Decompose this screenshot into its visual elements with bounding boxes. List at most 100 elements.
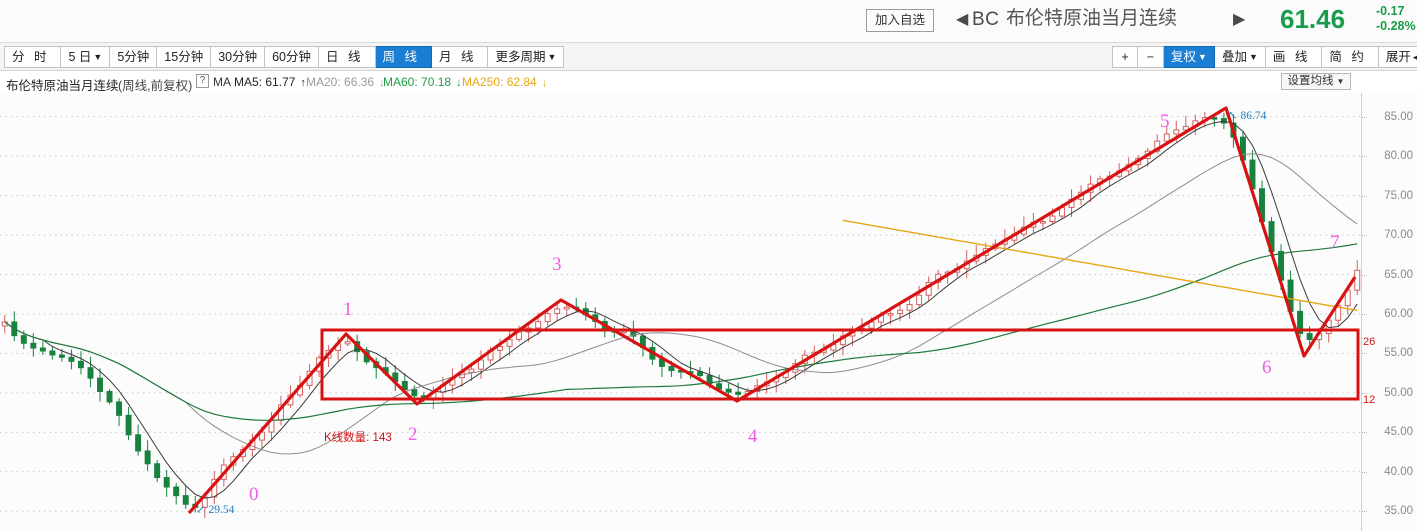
chart-symbol-title: 布伦特原油当月连续 — [6, 79, 119, 93]
candle-body — [1163, 133, 1170, 142]
tool-button-label: 复权 — [1171, 50, 1197, 64]
candle-body — [478, 359, 484, 370]
ma20-line — [4, 153, 1358, 455]
price-axis-tick: 60.00 — [1384, 307, 1413, 320]
ma20-name: MA20: — [306, 75, 345, 89]
chevron-down-icon: ▼ — [1248, 52, 1258, 62]
symbol-name: 布伦特原油当月连续 — [1006, 8, 1178, 29]
ma5-number: 61.77 — [265, 75, 296, 89]
period-button-6[interactable]: 日 线 — [319, 46, 376, 68]
candle-body — [1173, 129, 1180, 135]
chart-area[interactable]: 85.00 80.00 75.00 70.00 65.00 60.00 55.00 50.00… — [0, 93, 1417, 531]
tool-button-4[interactable]: 画 线 — [1265, 46, 1323, 68]
add-to-favorites-button[interactable]: 加入自选 — [866, 9, 934, 32]
candlestick — [135, 424, 142, 456]
candle-body — [182, 495, 189, 505]
ma20-value: MA20: 66.36 ↓ — [306, 75, 385, 89]
candle-body — [173, 486, 180, 497]
period-button-0[interactable]: 分 时 — [4, 46, 62, 68]
candlestick — [182, 485, 189, 510]
period-button-4[interactable]: 30分钟 — [211, 46, 266, 68]
candle-body — [49, 350, 56, 356]
price-axis: 85.00 80.00 75.00 70.00 65.00 60.00 55.00 50.00… — [1362, 93, 1417, 531]
candle-body — [135, 434, 142, 452]
candlestick — [77, 351, 84, 375]
candle-body — [725, 388, 732, 393]
axis-tick-dash — [1362, 432, 1367, 434]
axis-tick-dash — [1362, 313, 1367, 315]
candle-body — [163, 477, 170, 488]
period-button-label: 5分钟 — [117, 50, 150, 64]
ma20-number: 66.36 — [344, 75, 375, 89]
candlestick — [839, 329, 846, 356]
candlestick — [125, 406, 132, 441]
candle-body — [897, 309, 904, 315]
ma60-line — [4, 243, 1358, 421]
axis-tick-dash — [1362, 511, 1367, 513]
axis-tick-dash — [1362, 471, 1367, 473]
candle-body — [735, 391, 742, 395]
period-button-label: 周 线 — [382, 50, 420, 64]
tool-button-label: 画 线 — [1272, 50, 1311, 64]
tool-button-3[interactable]: 叠加 ▼ — [1214, 46, 1266, 68]
candle-body — [887, 313, 894, 316]
candlestick — [154, 459, 161, 483]
candle-body — [1306, 333, 1313, 340]
candle-body — [125, 414, 132, 436]
price-axis-tick: 85.00 — [1384, 110, 1413, 123]
chart-tools-group: +−复权▼叠加▼画 线简 约展开◀◀⛶ — [1112, 46, 1417, 68]
ma250-name: MA250: — [462, 75, 507, 89]
price-change-percent: -0.28% — [1376, 19, 1416, 33]
axis-tick-dash — [1362, 116, 1367, 118]
candle-body — [106, 390, 113, 403]
candle-body — [906, 304, 913, 311]
tool-button-label: + — [1121, 50, 1129, 64]
wave-count-line — [187, 106, 1357, 515]
axis-tick-dash — [1362, 353, 1367, 355]
axis-tick-dash — [1362, 235, 1367, 237]
candlestick-plot[interactable] — [0, 93, 1362, 531]
tool-button-0[interactable]: + — [1112, 46, 1138, 68]
tool-button-1[interactable]: − — [1138, 46, 1164, 68]
ma5-value: MA5: 61.77 ↑ — [234, 75, 306, 89]
app-header: 加入自选 ◀ BC 布伦特原油当月连续 ▶ 61.46 -0.17 -0.28% — [0, 0, 1417, 43]
candle-body — [77, 360, 84, 369]
period-button-5[interactable]: 60分钟 — [265, 46, 320, 68]
period-button-2[interactable]: 5分钟 — [110, 46, 158, 68]
candlestick — [68, 349, 75, 370]
period-button-7[interactable]: 周 线 — [375, 46, 432, 68]
candle-body — [58, 354, 65, 358]
tool-button-label: 展开 — [1385, 50, 1411, 64]
tool-button-2[interactable]: 复权 ▼ — [1164, 46, 1215, 68]
chevron-down-icon: ▼ — [547, 52, 557, 62]
period-button-8[interactable]: 月 线 — [431, 46, 489, 68]
ma250-number: 62.84 — [506, 75, 537, 89]
previous-symbol-arrow-icon[interactable]: ◀ — [956, 8, 968, 32]
set-moving-average-button[interactable]: 设置均线 ▼ — [1281, 73, 1351, 90]
next-symbol-arrow-icon[interactable]: ▶ — [1233, 8, 1245, 32]
axis-tick-dash — [1362, 195, 1367, 197]
chevron-down-icon: ▼ — [1336, 77, 1345, 86]
candle-body — [1039, 221, 1046, 224]
candle-body — [68, 356, 75, 362]
candlestick — [563, 304, 570, 316]
tool-button-6[interactable]: 展开◀◀ — [1378, 46, 1417, 68]
candle-body — [563, 306, 570, 310]
price-axis-tick: 35.00 — [1384, 505, 1413, 518]
tool-button-label: 叠加 — [1221, 50, 1247, 64]
candlestick — [11, 311, 18, 342]
period-button-1[interactable]: 5 日 ▼ — [61, 46, 111, 68]
symbol-code: BC — [972, 9, 1000, 30]
period-button-label: 更多周期 — [495, 50, 546, 64]
tool-button-5[interactable]: 简 约 — [1322, 46, 1379, 68]
indicator-info-strip: 布伦特原油当月连续 (周线,前复权) ? MA MA5: 61.77 ↑ MA2… — [0, 71, 1417, 93]
period-button-3[interactable]: 15分钟 — [157, 46, 212, 68]
price-axis-tick: 45.00 — [1384, 426, 1413, 439]
help-icon[interactable]: ? — [196, 74, 209, 88]
candlestick — [49, 346, 56, 360]
ma60-number: 70.18 — [421, 75, 452, 89]
candlestick — [116, 398, 123, 427]
chart-toolbar: 分 时5 日 ▼ 5分钟 15分钟 30分钟 60分钟日 线周 线月 线更多周期 ▼ + − 复… — [0, 43, 1417, 71]
period-button-9[interactable]: 更多周期 ▼ — [488, 46, 565, 68]
candle-body — [1049, 215, 1056, 223]
